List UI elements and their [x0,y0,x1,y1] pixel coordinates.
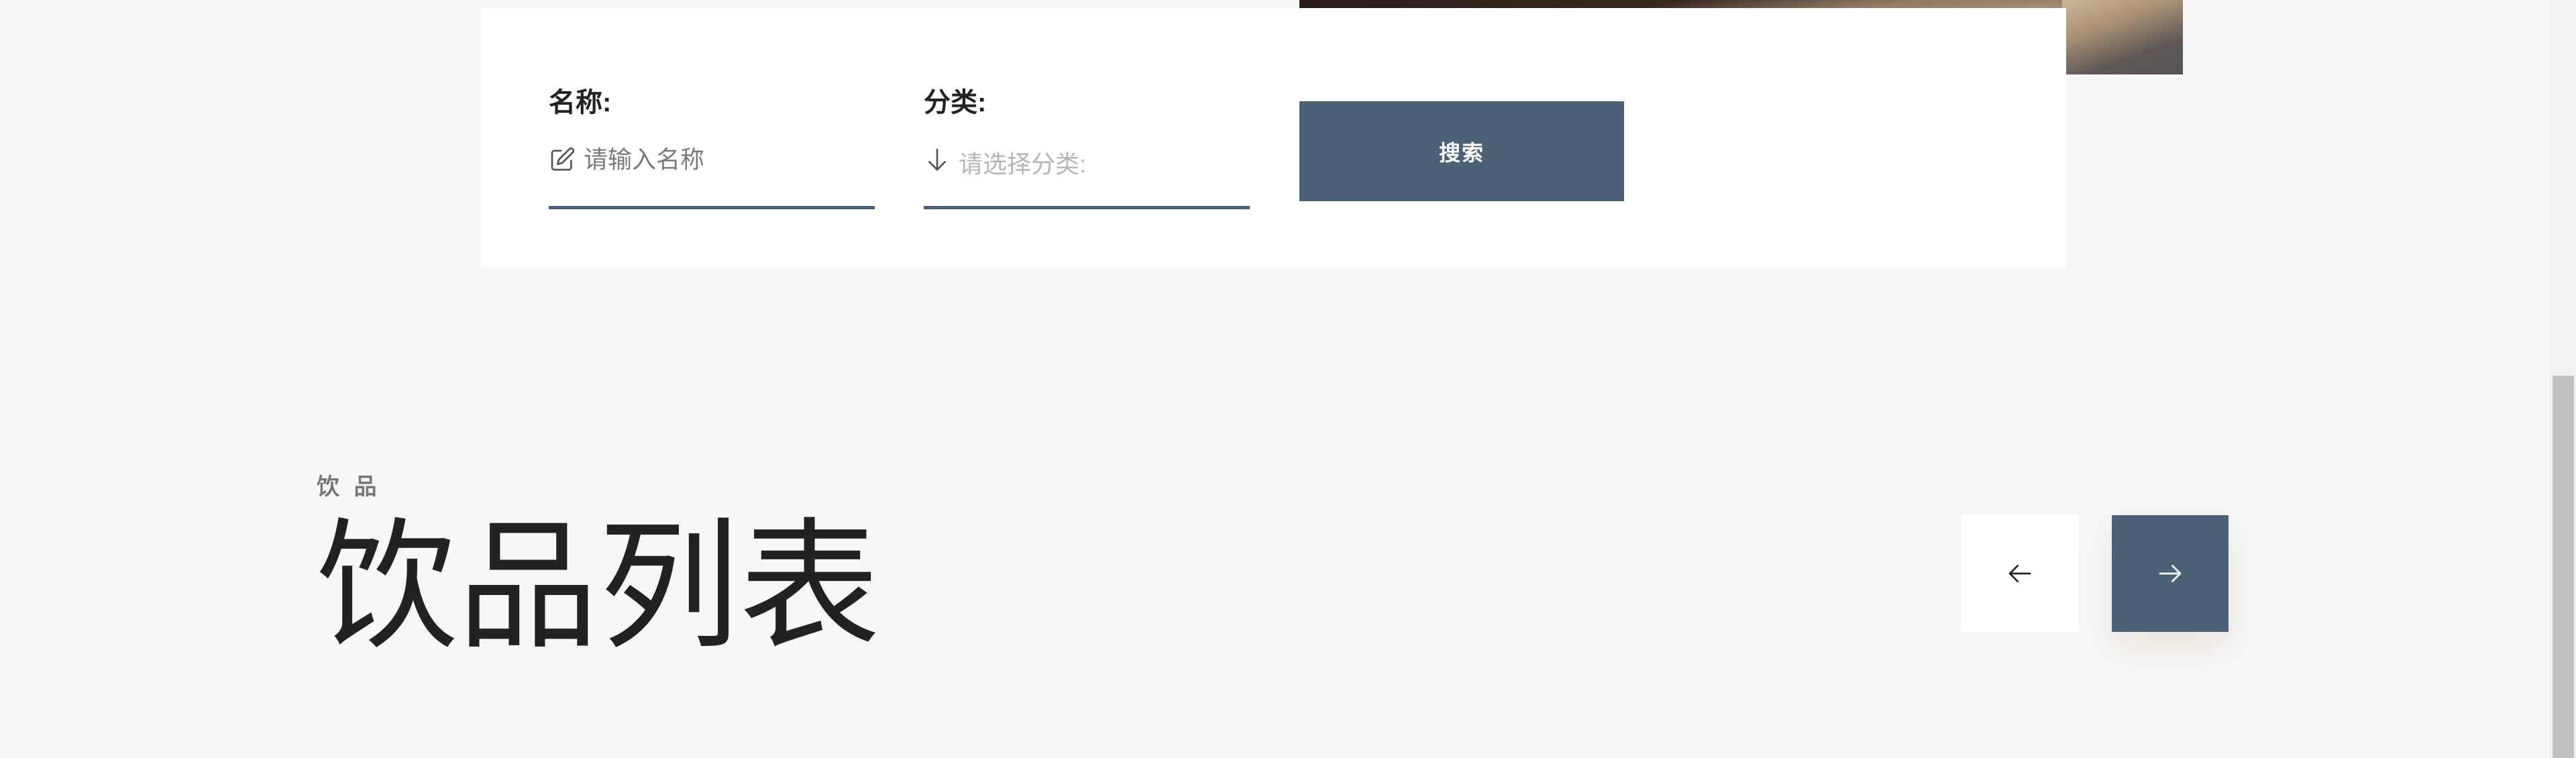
scrollbar-thumb[interactable] [2553,376,2574,758]
arrow-right-icon [2159,565,2182,582]
name-input-wrapper [549,140,875,209]
category-select[interactable]: 请选择分类: [924,140,1250,209]
arrow-down-icon [928,148,946,171]
page-title: 饮品列表 [317,504,881,669]
search-button[interactable]: 搜索 [1299,101,1624,201]
name-input[interactable] [584,140,865,180]
carousel-next-button[interactable] [2112,515,2229,632]
section-eyebrow: 饮 品 [317,474,381,500]
category-select-placeholder: 请选择分类: [959,150,1087,178]
name-label: 名称: [549,88,612,117]
carousel-prev-button[interactable] [1962,515,2078,632]
arrow-left-icon [2008,565,2031,582]
edit-icon [551,147,575,171]
search-panel: 名称: 分类: 请选择分类: 搜索 [482,8,2066,267]
category-label: 分类: [924,88,987,117]
